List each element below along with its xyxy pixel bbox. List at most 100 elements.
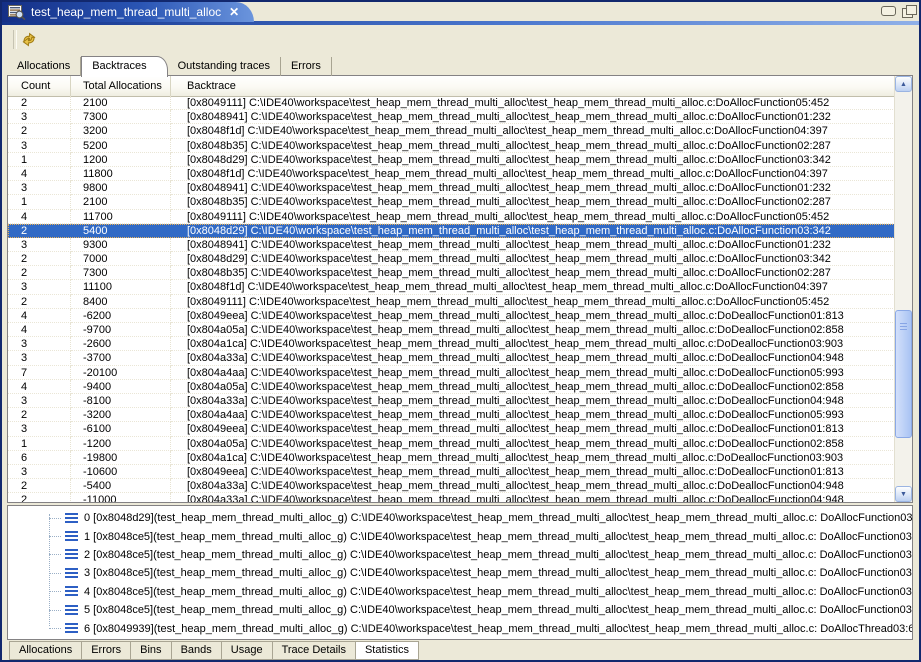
table-cell: 1 <box>8 437 71 451</box>
table-row[interactable]: 12100[0x8048b35] C:\IDE40\workspace\test… <box>8 195 895 209</box>
table-cell: 3 <box>8 465 71 479</box>
restore-icon[interactable] <box>902 8 913 18</box>
minimize-icon[interactable] <box>881 6 896 16</box>
table-row[interactable]: 3-3700[0x804a33a] C:\IDE40\workspace\tes… <box>8 351 895 365</box>
toolbar-separator <box>13 30 17 49</box>
table-row[interactable]: 2-3200[0x804a4aa] C:\IDE40\workspace\tes… <box>8 408 895 422</box>
scroll-down-icon[interactable]: ▼ <box>895 486 912 502</box>
table-cell: -9700 <box>71 323 171 337</box>
scrollbar-grip <box>900 323 907 332</box>
table-cell: [0x804a33a] C:\IDE40\workspace\test_heap… <box>171 351 895 365</box>
trace-frame-item[interactable]: 6 [0x8049939](test_heap_mem_thread_multi… <box>8 619 912 637</box>
table-row[interactable]: 39800[0x8048941] C:\IDE40\workspace\test… <box>8 181 895 195</box>
table-cell: 7300 <box>71 266 171 280</box>
bottom-tab-usage[interactable]: Usage <box>221 641 273 660</box>
trace-details-panel: 0 [0x8048d29](test_heap_mem_thread_multi… <box>7 505 913 640</box>
table-row[interactable]: 311100[0x8048f1d] C:\IDE40\workspace\tes… <box>8 280 895 294</box>
tree-connector <box>49 536 61 537</box>
table-row[interactable]: 35200[0x8048b35] C:\IDE40\workspace\test… <box>8 139 895 153</box>
table-row[interactable]: 411800[0x8048f1d] C:\IDE40\workspace\tes… <box>8 167 895 181</box>
column-header-count[interactable]: Count <box>8 76 71 96</box>
trace-frame-text: 4 [0x8048ce5](test_heap_mem_thread_multi… <box>84 586 912 598</box>
view-tab-outstanding-traces[interactable]: Outstanding traces <box>168 57 281 76</box>
table-cell: 11800 <box>71 167 171 181</box>
table-row[interactable]: 25400[0x8048d29] C:\IDE40\workspace\test… <box>8 224 895 238</box>
stack-frame-icon <box>65 586 78 597</box>
tree-connector <box>49 610 61 611</box>
trace-frame-item[interactable]: 0 [0x8048d29](test_heap_mem_thread_multi… <box>8 509 912 527</box>
table-row[interactable]: 37300[0x8048941] C:\IDE40\workspace\test… <box>8 110 895 124</box>
table-cell: -6100 <box>71 422 171 436</box>
table-cell: [0x8049111] C:\IDE40\workspace\test_heap… <box>171 210 895 224</box>
table-row[interactable]: 411700[0x8049111] C:\IDE40\workspace\tes… <box>8 210 895 224</box>
bottom-tabs: AllocationsErrorsBinsBandsUsageTrace Det… <box>7 641 419 660</box>
trace-frame-item[interactable]: 5 [0x8048ce5](test_heap_mem_thread_multi… <box>8 601 912 619</box>
table-cell: 3 <box>8 337 71 351</box>
table-row[interactable]: 6-19800[0x804a1ca] C:\IDE40\workspace\te… <box>8 451 895 465</box>
table-row[interactable]: 2-11000[0x804a33a] C:\IDE40\workspace\te… <box>8 493 895 502</box>
trace-frame-text: 1 [0x8048ce5](test_heap_mem_thread_multi… <box>84 531 912 543</box>
table-row[interactable]: 4-9400[0x804a05a] C:\IDE40\workspace\tes… <box>8 380 895 394</box>
table-row[interactable]: 23200[0x8048f1d] C:\IDE40\workspace\test… <box>8 124 895 138</box>
column-header-backtrace[interactable]: Backtrace <box>171 76 895 96</box>
table-header: Count Total Allocations Backtrace <box>8 76 895 97</box>
table-cell: 1200 <box>71 153 171 167</box>
scrollbar-thumb[interactable] <box>895 310 912 438</box>
table-row[interactable]: 3-10600[0x8049eea] C:\IDE40\workspace\te… <box>8 465 895 479</box>
table-cell: 3 <box>8 394 71 408</box>
table-cell: [0x804a33a] C:\IDE40\workspace\test_heap… <box>171 493 895 502</box>
trace-frame-item[interactable]: 1 [0x8048ce5](test_heap_mem_thread_multi… <box>8 527 912 545</box>
table-row[interactable]: 27000[0x8048d29] C:\IDE40\workspace\test… <box>8 252 895 266</box>
close-icon[interactable]: ✕ <box>229 5 239 19</box>
table-row[interactable]: 3-2600[0x804a1ca] C:\IDE40\workspace\tes… <box>8 337 895 351</box>
table-cell: -3700 <box>71 351 171 365</box>
bottom-tab-trace-details[interactable]: Trace Details <box>272 641 356 660</box>
stack-frame-icon <box>65 605 78 616</box>
trace-frame-item[interactable]: 4 [0x8048ce5](test_heap_mem_thread_multi… <box>8 583 912 601</box>
bottom-tab-allocations[interactable]: Allocations <box>9 641 82 660</box>
view-title-tab[interactable]: test_heap_mem_thread_multi_alloc ✕ <box>2 2 254 22</box>
table-row[interactable]: 3-6100[0x8049eea] C:\IDE40\workspace\tes… <box>8 422 895 436</box>
table-row[interactable]: 27300[0x8048b35] C:\IDE40\workspace\test… <box>8 266 895 280</box>
table-cell: -1200 <box>71 437 171 451</box>
table-cell: [0x804a05a] C:\IDE40\workspace\test_heap… <box>171 323 895 337</box>
table-cell: 4 <box>8 380 71 394</box>
table-cell: [0x8049111] C:\IDE40\workspace\test_heap… <box>171 96 895 110</box>
table-cell: 3 <box>8 181 71 195</box>
table-row[interactable]: 39300[0x8048941] C:\IDE40\workspace\test… <box>8 238 895 252</box>
table-cell: [0x8048f1d] C:\IDE40\workspace\test_heap… <box>171 167 895 181</box>
trace-frame-item[interactable]: 2 [0x8048ce5](test_heap_mem_thread_multi… <box>8 546 912 564</box>
table-row[interactable]: 22100[0x8049111] C:\IDE40\workspace\test… <box>8 96 895 110</box>
view-tab-allocations[interactable]: Allocations <box>7 57 81 76</box>
table-cell: [0x804a1ca] C:\IDE40\workspace\test_heap… <box>171 337 895 351</box>
table-row[interactable]: 1-1200[0x804a05a] C:\IDE40\workspace\tes… <box>8 437 895 451</box>
bottom-tab-errors[interactable]: Errors <box>81 641 131 660</box>
view-tab-errors[interactable]: Errors <box>281 57 332 76</box>
view-tab-backtraces[interactable]: Backtraces <box>81 56 167 77</box>
table-cell: 2 <box>8 295 71 309</box>
bottom-tab-bins[interactable]: Bins <box>130 641 171 660</box>
tree-connector <box>49 573 61 574</box>
table-row[interactable]: 7-20100[0x804a4aa] C:\IDE40\workspace\te… <box>8 366 895 380</box>
bottom-tab-bands[interactable]: Bands <box>171 641 222 660</box>
table-row[interactable]: 11200[0x8048d29] C:\IDE40\workspace\test… <box>8 153 895 167</box>
view-titlebar: test_heap_mem_thread_multi_alloc ✕ <box>2 2 919 25</box>
trace-frame-item[interactable]: 3 [0x8048ce5](test_heap_mem_thread_multi… <box>8 564 912 582</box>
table-row[interactable]: 4-9700[0x804a05a] C:\IDE40\workspace\tes… <box>8 323 895 337</box>
vertical-scrollbar[interactable]: ▲ ▼ <box>894 76 912 502</box>
table-cell: 3 <box>8 139 71 153</box>
table-cell: [0x804a33a] C:\IDE40\workspace\test_heap… <box>171 479 895 493</box>
table-row[interactable]: 4-6200[0x8049eea] C:\IDE40\workspace\tes… <box>8 309 895 323</box>
table-row[interactable]: 3-8100[0x804a33a] C:\IDE40\workspace\tes… <box>8 394 895 408</box>
table-cell: 2 <box>8 408 71 422</box>
table-cell: [0x8048f1d] C:\IDE40\workspace\test_heap… <box>171 124 895 138</box>
table-cell: [0x8049eea] C:\IDE40\workspace\test_heap… <box>171 465 895 479</box>
table-row[interactable]: 2-5400[0x804a33a] C:\IDE40\workspace\tes… <box>8 479 895 493</box>
scroll-up-icon[interactable]: ▲ <box>895 76 912 92</box>
refresh-button[interactable] <box>19 29 39 49</box>
table-row[interactable]: 28400[0x8049111] C:\IDE40\workspace\test… <box>8 295 895 309</box>
table-cell: 8400 <box>71 295 171 309</box>
column-header-total-allocations[interactable]: Total Allocations <box>71 76 171 96</box>
table-cell: 9300 <box>71 238 171 252</box>
bottom-tab-statistics[interactable]: Statistics <box>355 641 419 660</box>
